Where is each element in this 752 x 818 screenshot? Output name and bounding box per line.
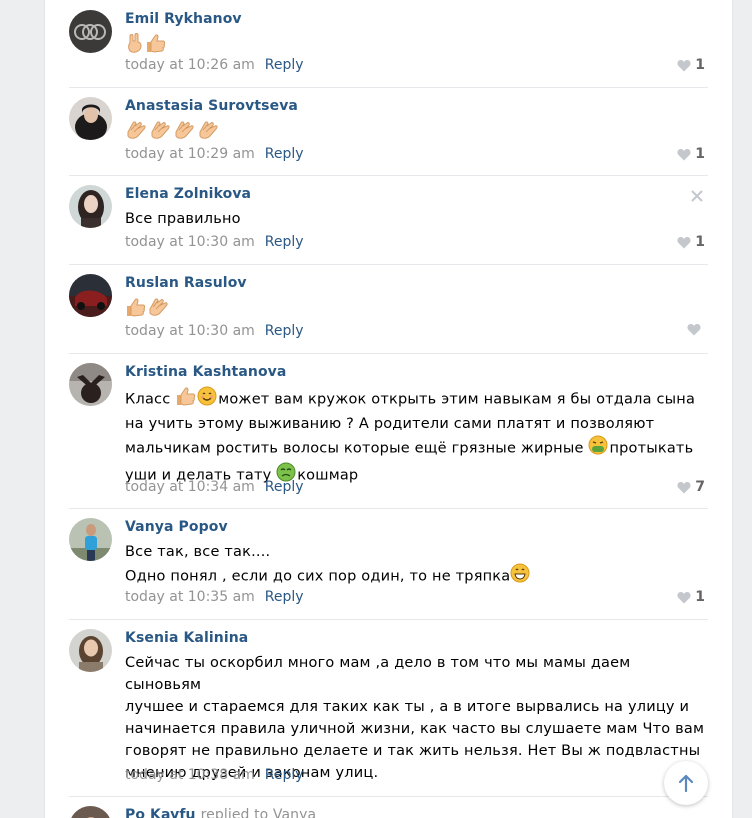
comment-item: Kristina Kashtanova Класс может вам круж… (69, 353, 708, 509)
comment-text (125, 33, 710, 60)
comment-text (125, 120, 710, 147)
thumbs-up-emoji-icon (145, 33, 166, 60)
comment-meta: today at 10:29 am Reply (125, 146, 304, 162)
comment-author[interactable]: Elena Zolnikova (125, 186, 251, 202)
comment-time[interactable]: today at 10:38 am (125, 767, 255, 783)
heart-icon (687, 324, 701, 336)
comment-text: Все так, все так.... Одно понял , если д… (125, 541, 710, 590)
nauseated-face-emoji-icon (588, 435, 608, 462)
like-count: 1 (695, 146, 705, 162)
like-count: 1 (695, 234, 705, 250)
comment-author[interactable]: Vanya Popov (125, 519, 228, 535)
comment-line: Все так, все так.... (125, 544, 271, 560)
avatar[interactable] (69, 10, 112, 53)
avatar[interactable] (69, 185, 112, 228)
like-button[interactable]: 1 (677, 234, 705, 250)
reply-button[interactable]: Reply (265, 323, 304, 339)
comments-panel: Emil Rykhanov today at 10:26 am Reply 1 A… (44, 0, 733, 818)
like-button[interactable]: 1 (677, 146, 705, 162)
comment-author[interactable]: Kristina Kashtanova (125, 364, 286, 380)
comment-line: мальчикам ростить волосы которые ещё гря… (125, 435, 710, 462)
comment-time[interactable]: today at 10:29 am (125, 146, 255, 162)
comment-author[interactable]: Ruslan Rasulov (125, 275, 247, 291)
avatar[interactable] (69, 274, 112, 317)
comment-author[interactable]: Po Kayfu replied to Vanya (125, 807, 316, 818)
like-count: 1 (695, 589, 705, 605)
clap-emoji-icon (149, 120, 172, 147)
comment-item: Emil Rykhanov today at 10:26 am Reply 1 (69, 0, 708, 88)
comment-author[interactable]: Ksenia Kalinina (125, 630, 248, 646)
like-button[interactable]: 1 (677, 57, 705, 73)
comment-line: Класс может вам кружок открыть этим навы… (125, 386, 710, 413)
comment-meta: today at 10:35 am Reply (125, 589, 304, 605)
reply-button[interactable]: Reply (265, 57, 304, 73)
like-button[interactable]: 7 (677, 479, 705, 495)
reply-button[interactable]: Reply (265, 146, 304, 162)
comment-time[interactable]: today at 10:34 am (125, 479, 255, 495)
like-button[interactable]: 1 (677, 589, 705, 605)
hand-ok-emoji-icon (125, 33, 144, 60)
comment-line: Сейчас ты оскорбил много мам ,а дело в т… (125, 655, 631, 693)
reply-button[interactable]: Reply (265, 767, 304, 783)
avatar[interactable] (69, 806, 112, 818)
comment-item: Ksenia Kalinina Сейчас ты оскорбил много… (69, 619, 708, 797)
avatar[interactable] (69, 363, 112, 406)
thumbs-up-emoji-icon (125, 297, 146, 324)
heart-icon (677, 481, 691, 493)
comment-item: Elena Zolnikova Все правильно today at 1… (69, 175, 708, 265)
reply-button[interactable]: Reply (265, 234, 304, 250)
comment-line: на учить этому выживанию ? А родители са… (125, 416, 655, 432)
heart-icon (677, 148, 691, 160)
like-button[interactable] (687, 323, 705, 336)
heart-icon (677, 236, 691, 248)
avatar[interactable] (69, 97, 112, 140)
comment-time[interactable]: today at 10:35 am (125, 589, 255, 605)
like-count: 7 (695, 479, 705, 495)
clap-emoji-icon (173, 120, 196, 147)
clap-emoji-icon (125, 120, 148, 147)
close-icon[interactable] (690, 189, 704, 203)
comment-item: Vanya Popov Все так, все так.... Одно по… (69, 508, 708, 620)
comment-line: лучшее и стараемся для таких как ты , а … (125, 699, 690, 715)
comment-meta: today at 10:30 am Reply (125, 323, 304, 339)
replied-to-label[interactable]: replied to Vanya (201, 807, 317, 818)
comment-line: говорят не правильно делаете и так жить … (125, 743, 701, 759)
scroll-to-top-button[interactable] (664, 761, 708, 805)
comment-time[interactable]: today at 10:26 am (125, 57, 255, 73)
arrow-up-icon (678, 774, 694, 793)
reply-button[interactable]: Reply (265, 479, 304, 495)
heart-icon (677, 591, 691, 603)
like-count: 1 (695, 57, 705, 73)
comment-item: Po Kayfu replied to Vanya (69, 796, 708, 818)
comment-line: начинается правила уличной жизни, как ча… (125, 721, 705, 737)
reply-button[interactable]: Reply (265, 589, 304, 605)
comment-author[interactable]: Anastasia Surovtseva (125, 98, 298, 114)
comment-author[interactable]: Emil Rykhanov (125, 11, 242, 27)
comment-time[interactable]: today at 10:30 am (125, 234, 255, 250)
comment-meta: today at 10:38 am Reply (125, 767, 304, 783)
clap-emoji-icon (197, 120, 220, 147)
comment-item: Anastasia Surovtseva today at 10:29 am Re… (69, 87, 708, 176)
thumbs-up-emoji-icon (175, 386, 196, 413)
heart-icon (677, 59, 691, 71)
comment-line: Одно понял , если до сих пор один, то не… (125, 563, 710, 590)
comment-meta: today at 10:30 am Reply (125, 234, 304, 250)
comment-text: Все правильно (125, 211, 241, 227)
clap-emoji-icon (147, 297, 170, 324)
comment-item: Ruslan Rasulov today at 10:30 am Reply (69, 264, 708, 354)
comment-text: Сейчас ты оскорбил много мам ,а дело в т… (125, 652, 710, 784)
comment-text: Класс может вам кружок открыть этим навы… (125, 386, 710, 489)
comment-time[interactable]: today at 10:30 am (125, 323, 255, 339)
avatar[interactable] (69, 629, 112, 672)
comment-meta: today at 10:26 am Reply (125, 57, 304, 73)
comment-text (125, 297, 710, 324)
smile-emoji-icon (197, 386, 217, 413)
grinning-face-emoji-icon (510, 563, 530, 590)
comment-meta: today at 10:34 am Reply (125, 479, 304, 495)
avatar[interactable] (69, 518, 112, 561)
